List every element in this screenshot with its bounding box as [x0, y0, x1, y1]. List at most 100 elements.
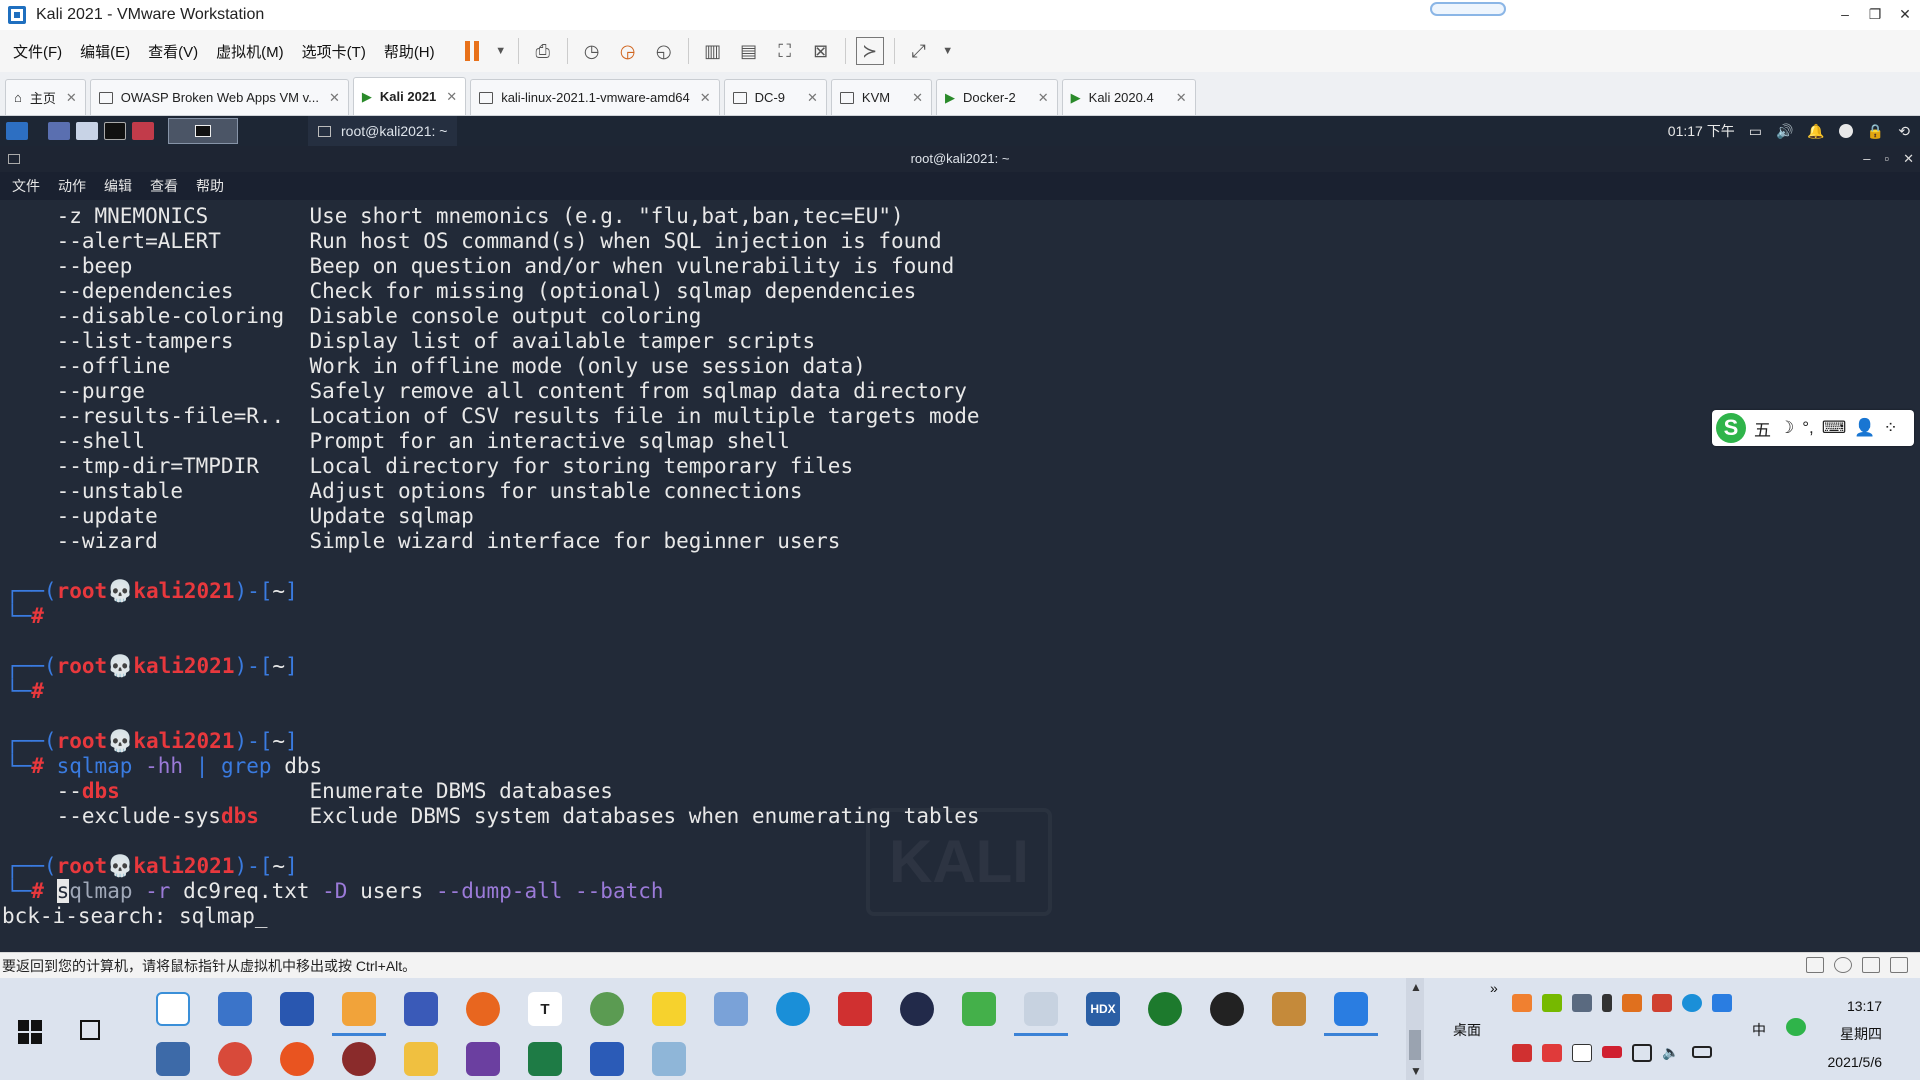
menu-view[interactable]: 查看(V): [148, 41, 198, 62]
tray-mic-icon[interactable]: [1602, 994, 1612, 1012]
ime-toolbar[interactable]: S 五 ☽ °, ⌨ 👤 ⁘: [1712, 410, 1914, 446]
display-icon[interactable]: ▭: [1749, 123, 1762, 140]
panel-clock[interactable]: 01:17 下午: [1668, 121, 1735, 141]
app-red-tool-icon[interactable]: [838, 992, 872, 1026]
hard-disk-icon[interactable]: [1806, 957, 1824, 973]
app-vmware-icon[interactable]: [332, 992, 386, 1036]
apps-grid-icon[interactable]: ⁘: [1884, 418, 1898, 438]
app-green-globe-icon[interactable]: [590, 992, 624, 1026]
pause-button[interactable]: [458, 37, 486, 65]
close-icon[interactable]: ✕: [1038, 90, 1049, 106]
tray-red-rect-icon[interactable]: [1602, 1046, 1622, 1058]
scroll-thumb[interactable]: [1409, 1030, 1421, 1060]
console-view-icon[interactable]: ≻: [855, 37, 884, 65]
close-icon[interactable]: ✕: [807, 90, 818, 106]
close-icon[interactable]: ✕: [1903, 146, 1914, 172]
tray-battery-icon[interactable]: [1692, 1046, 1712, 1058]
power-icon[interactable]: ⟲: [1898, 123, 1910, 140]
menu-tabs[interactable]: 选项卡(T): [302, 41, 366, 62]
kali-menu-icon[interactable]: [6, 122, 28, 140]
minimize-icon[interactable]: –: [1863, 146, 1870, 172]
app-avatar-icon[interactable]: [342, 1042, 376, 1076]
close-icon[interactable]: ✕: [446, 89, 457, 105]
menu-help[interactable]: 帮助(H): [384, 41, 435, 62]
fullscreen-icon[interactable]: ⛶: [771, 37, 799, 65]
terminal-menu-view[interactable]: 查看: [150, 176, 178, 196]
lock-icon[interactable]: 🔒: [1867, 123, 1884, 140]
title-pill-indicator[interactable]: [1430, 2, 1506, 16]
tab-docker-2[interactable]: ▶ Docker-2 ✕: [936, 79, 1058, 115]
tray-orange-icon[interactable]: [1512, 994, 1532, 1012]
app-remote-icon[interactable]: [156, 1042, 190, 1076]
app-explorer-icon[interactable]: [404, 1042, 438, 1076]
library-view-icon[interactable]: ▥: [699, 37, 727, 65]
dropdown-chevron-icon[interactable]: ▼: [941, 37, 955, 65]
desktop-toolbar-label[interactable]: 桌面: [1453, 1020, 1481, 1040]
cd-drive-icon[interactable]: [1834, 957, 1852, 973]
terminal-menu-actions[interactable]: 动作: [58, 176, 86, 196]
maximize-icon[interactable]: ▫: [1884, 146, 1889, 172]
punctuation-icon[interactable]: °,: [1802, 418, 1814, 438]
menu-edit[interactable]: 编辑(E): [80, 41, 130, 62]
user-icon[interactable]: 👤: [1854, 418, 1875, 438]
tray-sogou-icon[interactable]: [1542, 1044, 1562, 1062]
app-firefox-icon[interactable]: [466, 992, 500, 1026]
file-manager-icon[interactable]: [76, 122, 98, 140]
tab-kali-2020-4[interactable]: ▶ Kali 2020.4 ✕: [1061, 79, 1196, 115]
tray-people-icon[interactable]: [1622, 994, 1642, 1012]
app-edge-icon[interactable]: [776, 992, 810, 1026]
keyboard-icon[interactable]: ⌨: [1822, 418, 1847, 438]
terminal-menu-help[interactable]: 帮助: [196, 176, 224, 196]
close-icon[interactable]: ✕: [1890, 0, 1920, 30]
app-word-doc-icon[interactable]: [280, 992, 314, 1026]
workspace-switcher[interactable]: [168, 118, 238, 144]
tray-nvidia-icon[interactable]: [1542, 994, 1562, 1012]
taskbar-clock[interactable]: 13:17 星期四 2021/5/6: [1828, 992, 1883, 1076]
taskbar-scrollbar[interactable]: ▲ ▼: [1406, 978, 1424, 1080]
task-view-icon[interactable]: [80, 1020, 100, 1040]
app-photos-icon[interactable]: [156, 992, 190, 1026]
minimize-icon[interactable]: –: [1830, 0, 1860, 30]
input-language-indicator[interactable]: 中: [1752, 1020, 1766, 1040]
dropdown-chevron-icon[interactable]: ▼: [494, 37, 508, 65]
stretch-icon[interactable]: ⤢: [905, 37, 933, 65]
tray-e-icon[interactable]: [1682, 994, 1702, 1012]
ime-wubi-icon[interactable]: 五: [1754, 416, 1771, 441]
tray-bird-icon[interactable]: [1712, 994, 1732, 1012]
tab-dc-9[interactable]: DC-9 ✕: [723, 79, 827, 115]
app-eraser-icon[interactable]: [652, 1042, 686, 1076]
terminal-menu-edit[interactable]: 编辑: [104, 176, 132, 196]
app-hdx-icon[interactable]: HDX: [1086, 992, 1120, 1026]
tray-display-icon[interactable]: [1572, 994, 1592, 1012]
taskbar-terminal-item[interactable]: root@kali2021: ~: [308, 116, 458, 146]
menu-vm[interactable]: 虚拟机(M): [216, 41, 284, 62]
moon-icon[interactable]: ☽: [1779, 418, 1794, 438]
app-excel-icon[interactable]: [528, 1042, 562, 1076]
terminal-body[interactable]: KALI -z MNEMONICS Use short mnemonics (e…: [0, 200, 1920, 952]
network-icon[interactable]: [1838, 124, 1853, 138]
tray-volume-icon[interactable]: 🔈: [1662, 1044, 1682, 1062]
tray-wechat-icon[interactable]: [1512, 1044, 1532, 1062]
tab-kali-2021[interactable]: ▶ Kali 2021 ✕: [352, 77, 467, 115]
unity-icon[interactable]: ⊠: [807, 37, 835, 65]
chevron-up-icon[interactable]: ▲: [1410, 980, 1422, 994]
app-sticky-notes-icon[interactable]: [652, 992, 686, 1026]
menu-file[interactable]: 文件(F): [13, 41, 62, 62]
network-adapter-icon[interactable]: [1862, 957, 1880, 973]
chevron-down-icon[interactable]: ▼: [1410, 1064, 1422, 1078]
revert-snapshot-icon[interactable]: ◶: [614, 37, 642, 65]
browser-launcher-icon[interactable]: [132, 122, 154, 140]
notification-icon[interactable]: 🔔: [1807, 123, 1824, 140]
app-word-icon[interactable]: [590, 1042, 624, 1076]
app-paint-icon[interactable]: [1014, 992, 1068, 1036]
tab-owasp[interactable]: OWASP Broken Web Apps VM v... ✕: [89, 79, 349, 115]
app-blue-bird-icon[interactable]: [1324, 992, 1378, 1036]
app-library-icon[interactable]: [1272, 992, 1306, 1026]
tab-kali-linux-2021-1[interactable]: kali-linux-2021.1-vmware-amd64 ✕: [470, 79, 720, 115]
snapshot-icon[interactable]: ◷: [578, 37, 606, 65]
app-visio-icon[interactable]: [404, 992, 438, 1026]
message-icon[interactable]: [1890, 957, 1908, 973]
tray-people2-icon[interactable]: [1652, 994, 1672, 1012]
close-icon[interactable]: ✕: [700, 90, 711, 106]
app-camtasia-icon[interactable]: [962, 992, 996, 1026]
